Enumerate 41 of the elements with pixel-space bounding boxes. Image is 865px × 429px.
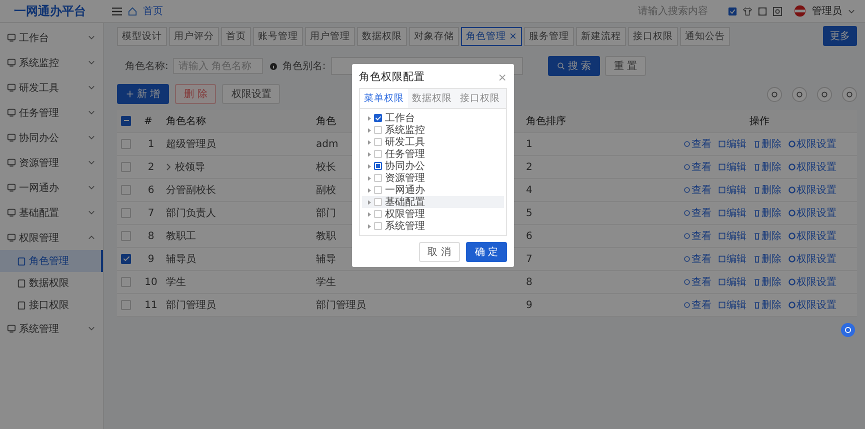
table-cell: 辅导 bbox=[316, 254, 336, 265]
table-cell: 学生 bbox=[316, 277, 336, 288]
table-cell-text: 部门负责人 bbox=[166, 206, 216, 220]
table-cell: 4 bbox=[526, 184, 532, 196]
table-cell-text: 学生 bbox=[166, 276, 186, 289]
table-cell-text: 教职工 bbox=[166, 230, 196, 243]
table-cell: 8 bbox=[526, 276, 532, 288]
field-label: 角色名称: bbox=[125, 60, 168, 73]
dialog-title: 角色权限配置 bbox=[359, 70, 425, 84]
column-header: 操作 bbox=[750, 116, 770, 127]
table-cell: 10 bbox=[144, 276, 158, 288]
column-header: 角色排序 bbox=[526, 116, 566, 127]
column-header: 角色 bbox=[316, 116, 336, 127]
table-cell-text: 分管副校长 bbox=[166, 184, 216, 197]
table-cell-text: 部门管理员 bbox=[166, 298, 216, 312]
table-cell: 5 bbox=[526, 208, 532, 218]
table-cell: adm bbox=[316, 138, 338, 150]
table-cell: 2 bbox=[526, 162, 532, 172]
table-cell-text: 超级管理员 bbox=[166, 138, 216, 151]
field-label: 角色别名: bbox=[282, 60, 326, 73]
table-cell: 11 bbox=[144, 300, 158, 310]
app-logo: 一网通办平台 bbox=[14, 2, 87, 20]
table-cell-text: 校领导 bbox=[175, 160, 205, 174]
column-header: 角色名称 bbox=[166, 116, 206, 127]
table-cell: 1 bbox=[148, 138, 154, 150]
table-cell: 6 bbox=[526, 230, 532, 242]
column-header: # bbox=[144, 116, 152, 126]
table-cell-text: 辅导员 bbox=[166, 253, 196, 266]
table-cell: 9 bbox=[526, 300, 532, 310]
table-cell: 副校 bbox=[316, 185, 336, 196]
table-cell: 教职 bbox=[316, 231, 336, 242]
table-cell: 2 bbox=[148, 162, 154, 172]
table-cell: 部门 bbox=[316, 208, 336, 219]
table-cell: 部门管理员 bbox=[316, 300, 366, 311]
table-cell: 7 bbox=[526, 254, 532, 264]
table-cell: 7 bbox=[148, 208, 154, 218]
table-cell: 8 bbox=[148, 230, 154, 242]
table-cell: 9 bbox=[148, 254, 154, 264]
table-cell: 1 bbox=[526, 138, 532, 150]
table-cell: 6 bbox=[148, 184, 154, 196]
table-cell: 校长 bbox=[316, 162, 336, 173]
